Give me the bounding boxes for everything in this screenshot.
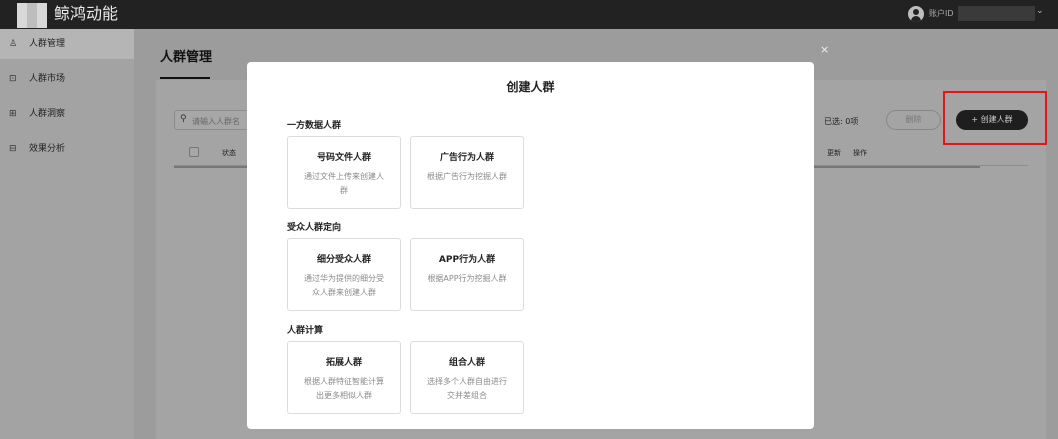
modal-title: 创建人群 (506, 80, 555, 94)
option-description: 通过华为提供的细分受众人群来创建人群 (304, 274, 384, 297)
highlight-box (943, 91, 1047, 145)
search-placeholder: 请输入人群名 (192, 117, 240, 126)
option-ad-behavior-crowd[interactable]: 广告行为人群 根据广告行为挖掘人群 (410, 136, 524, 209)
sidebar-item-crowd-management[interactable]: ♙ 人群管理 (0, 29, 134, 59)
option-description: 根据APP行为挖掘人群 (427, 274, 507, 283)
selected-count: 已选: 0项 (824, 117, 859, 126)
option-description: 通过文件上传来创建人群 (304, 172, 384, 195)
account-id (958, 6, 1035, 21)
option-app-behavior-crowd[interactable]: APP行为人群 根据APP行为挖掘人群 (410, 238, 524, 311)
option-title: 拓展人群 (325, 358, 362, 368)
sidebar: ♙ 人群管理 ⊡ 人群市场 ⊞ 人群洞察 ⊟ 效果分析 (0, 29, 134, 439)
delete-button[interactable]: 删除 (886, 110, 941, 130)
insight-icon: ⊞ (9, 109, 17, 119)
close-icon[interactable]: × (820, 43, 829, 56)
option-expand-crowd[interactable]: 拓展人群 根据人群特征智能计算出更多相似人群 (287, 341, 401, 414)
sidebar-item-crowd-insight[interactable]: ⊞ 人群洞察 (0, 99, 134, 129)
option-title: 号码文件人群 (316, 153, 371, 163)
account-label: 账户ID (929, 9, 954, 18)
option-title: 组合人群 (448, 358, 485, 368)
user-icon (908, 6, 924, 22)
option-description: 根据广告行为挖掘人群 (427, 172, 507, 181)
column-header-status: 状态 (222, 149, 236, 157)
sidebar-item-effect-analysis[interactable]: ⊟ 效果分析 (0, 134, 134, 164)
sidebar-item-label: 人群管理 (29, 39, 66, 49)
logo (17, 3, 47, 28)
column-header-update: 更新 (827, 149, 841, 157)
option-description: 根据人群特征智能计算出更多相似人群 (304, 377, 384, 400)
analysis-icon: ⊟ (9, 144, 17, 154)
option-title: 广告行为人群 (439, 153, 494, 163)
section-title-audience-targeting: 受众人群定向 (287, 223, 342, 233)
sidebar-item-crowd-market[interactable]: ⊡ 人群市场 (0, 64, 134, 94)
select-all-checkbox[interactable] (189, 147, 199, 157)
create-crowd-modal: 创建人群 一方数据人群 号码文件人群 通过文件上传来创建人群 广告行为人群 根据… (247, 62, 814, 429)
option-combine-crowd[interactable]: 组合人群 选择多个人群自由进行交并差组合 (410, 341, 524, 414)
person-icon: ♙ (9, 39, 18, 49)
search-icon: ⚲ (180, 114, 187, 124)
search-input[interactable]: ⚲ 请输入人群名 (174, 110, 248, 130)
option-title: 细分受众人群 (316, 255, 371, 265)
app-title: 鲸鸿动能 (54, 4, 119, 23)
sidebar-item-label: 人群洞察 (29, 109, 66, 119)
option-description: 选择多个人群自由进行交并差组合 (427, 377, 507, 400)
sidebar-item-label: 人群市场 (29, 74, 66, 84)
page-title: 人群管理 (160, 50, 213, 65)
column-header-action: 操作 (853, 149, 867, 157)
option-segment-audience-crowd[interactable]: 细分受众人群 通过华为提供的细分受众人群来创建人群 (287, 238, 401, 311)
option-number-file-crowd[interactable]: 号码文件人群 通过文件上传来创建人群 (287, 136, 401, 209)
chevron-down-icon[interactable]: ⌄ (1036, 6, 1044, 16)
section-title-first-party: 一方数据人群 (287, 121, 342, 131)
tab-underline (160, 77, 210, 79)
market-icon: ⊡ (9, 74, 17, 84)
option-title: APP行为人群 (438, 255, 496, 265)
top-bar: 鲸鸿动能 账户ID ⌄ (0, 0, 1058, 29)
section-title-crowd-computation: 人群计算 (287, 326, 324, 336)
sidebar-item-label: 效果分析 (29, 144, 66, 154)
